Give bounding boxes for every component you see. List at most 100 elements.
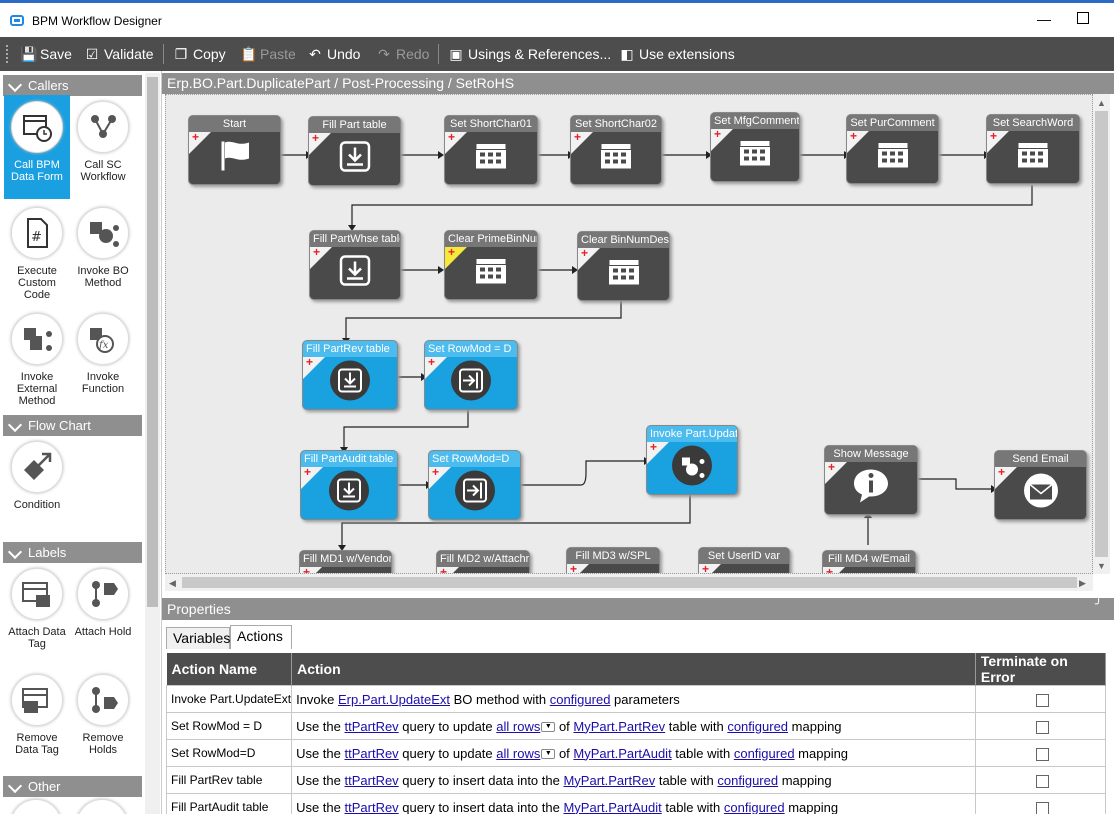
- column-terminate-on-error[interactable]: Terminate on Error: [975, 653, 1107, 686]
- table-row[interactable]: Set RowMod = D Use the ttPartRev query to…: [165, 712, 1107, 740]
- use-extensions-button[interactable]: ◧ Use extensions: [619, 37, 734, 71]
- link[interactable]: ttPartRev: [345, 773, 399, 788]
- palette-scroll-thumb[interactable]: [147, 77, 158, 607]
- link[interactable]: Erp.Part.UpdateExt: [338, 692, 450, 707]
- tab-actions[interactable]: Actions: [230, 625, 292, 649]
- link[interactable]: all rows: [496, 746, 540, 761]
- link[interactable]: MyPart.PartAudit: [563, 800, 661, 814]
- maximize-button[interactable]: [1077, 12, 1089, 24]
- set-rowmod-d2-node[interactable]: Set RowMod=D +: [428, 450, 521, 520]
- plus-icon[interactable]: +: [432, 466, 439, 478]
- palette-call-bpm-data-form[interactable]: Call BPM Data Form: [4, 95, 70, 199]
- fill-md2-attachment-node[interactable]: Fill MD2 w/Attachr +: [436, 550, 530, 573]
- send-email-node[interactable]: Send Email +: [994, 450, 1087, 520]
- scroll-right-arrow[interactable]: ▶: [1079, 578, 1086, 589]
- palette-remove-holds[interactable]: Remove Holds: [70, 668, 136, 772]
- usages-button[interactable]: ▣ Usings & References...: [448, 37, 611, 71]
- table-row[interactable]: Set RowMod=D Use the ttPartRev query to u…: [165, 739, 1107, 767]
- plus-icon[interactable]: +: [702, 563, 709, 573]
- link[interactable]: ttPartRev: [345, 800, 399, 814]
- table-row[interactable]: Fill PartAudit table Use the ttPartRev qu…: [165, 793, 1107, 814]
- fill-md1-vendor-node[interactable]: Fill MD1 w/Vendor +: [299, 550, 392, 573]
- link[interactable]: MyPart.PartRev: [573, 719, 665, 734]
- section-labels[interactable]: Labels: [3, 542, 142, 563]
- palette-condition[interactable]: Condition: [4, 435, 70, 539]
- palette-invoke-bo-method[interactable]: Invoke BO Method: [70, 201, 136, 305]
- link[interactable]: configured: [724, 800, 785, 814]
- canvas-horizontal-scroll-thumb[interactable]: [182, 577, 1077, 588]
- terminate-checkbox[interactable]: [1035, 693, 1049, 707]
- plus-icon[interactable]: +: [192, 131, 199, 143]
- pin-icon[interactable]: ╯: [1095, 597, 1102, 611]
- plus-icon[interactable]: +: [306, 356, 313, 368]
- fill-partaudit-table-node[interactable]: Fill PartAudit table +: [300, 450, 398, 520]
- link[interactable]: configured: [727, 719, 788, 734]
- link[interactable]: configured: [550, 692, 611, 707]
- plus-icon[interactable]: +: [574, 131, 581, 143]
- palette-attach-hold[interactable]: Attach Hold: [70, 562, 136, 666]
- minimize-button[interactable]: —: [1034, 10, 1054, 30]
- plus-icon[interactable]: +: [313, 246, 320, 258]
- copy-button[interactable]: ❐ Copy: [173, 37, 226, 71]
- set-shortchar02-node[interactable]: Set ShortChar02 +: [570, 115, 662, 185]
- link[interactable]: MyPart.PartRev: [563, 773, 655, 788]
- palette-invoke-external-method[interactable]: Invoke External Method: [4, 307, 70, 411]
- palette-execute-custom-code[interactable]: # Execute Custom Code: [4, 201, 70, 305]
- palette-invoke-function[interactable]: fx Invoke Function: [70, 307, 136, 411]
- plus-icon[interactable]: +: [650, 441, 657, 453]
- save-button[interactable]: 💾 Save: [20, 37, 72, 71]
- link[interactable]: MyPart.PartAudit: [573, 746, 671, 761]
- link[interactable]: ttPartRev: [345, 746, 399, 761]
- terminate-checkbox[interactable]: [1035, 747, 1049, 761]
- column-action[interactable]: Action: [291, 653, 976, 686]
- section-other[interactable]: Other: [3, 776, 142, 797]
- invoke-part-updateext-node[interactable]: Invoke Part.UpdateExt+: [646, 425, 738, 495]
- plus-icon[interactable]: +: [570, 563, 577, 573]
- link[interactable]: ttPartRev: [345, 719, 399, 734]
- dropdown-icon[interactable]: ▼: [541, 749, 556, 760]
- fill-md3-spl-node[interactable]: Fill MD3 w/SPL +: [566, 547, 660, 573]
- plus-icon[interactable]: +: [440, 566, 447, 573]
- plus-icon[interactable]: +: [998, 466, 1005, 478]
- plus-icon[interactable]: +: [581, 247, 588, 259]
- dropdown-icon[interactable]: ▼: [541, 722, 556, 733]
- palette-call-sc-workflow[interactable]: Call SC Workflow: [70, 95, 136, 199]
- link[interactable]: configured: [734, 746, 795, 761]
- terminate-checkbox[interactable]: [1035, 774, 1049, 788]
- plus-icon[interactable]: +: [448, 131, 455, 143]
- fill-partwhse-table-node[interactable]: Fill PartWhse table +: [309, 230, 401, 300]
- table-row[interactable]: Invoke Part.UpdateExt Invoke Erp.Part.Upd…: [165, 685, 1107, 713]
- show-message-node[interactable]: Show Message +: [824, 445, 918, 515]
- plus-icon[interactable]: +: [304, 466, 311, 478]
- undo-button[interactable]: ↶ Undo: [307, 37, 360, 71]
- validate-button[interactable]: ☑ Validate: [84, 37, 154, 71]
- table-row[interactable]: Fill PartRev table Use the ttPartRev quer…: [165, 766, 1107, 794]
- plus-icon[interactable]: +: [850, 130, 857, 142]
- other-item-icon[interactable]: [10, 799, 62, 814]
- link[interactable]: all rows: [496, 719, 540, 734]
- redo-button[interactable]: ↷ Redo: [376, 37, 429, 71]
- tab-variables[interactable]: Variables: [166, 627, 230, 649]
- scroll-up-arrow[interactable]: ▲: [1097, 98, 1106, 108]
- plus-icon[interactable]: +: [303, 566, 310, 573]
- section-callers[interactable]: Callers: [3, 75, 142, 96]
- workflow-canvas[interactable]: Start + Fill Part table + Set ShortChar01 + Se…: [165, 94, 1093, 574]
- fill-part-table-node[interactable]: Fill Part table +: [308, 116, 401, 186]
- plus-icon[interactable]: +: [428, 356, 435, 368]
- set-purcomment-node[interactable]: Set PurComment +: [846, 114, 939, 184]
- plus-icon[interactable]: +: [826, 566, 833, 573]
- start-node[interactable]: Start +: [188, 115, 281, 185]
- clear-primebinnum-node[interactable]: Clear PrimeBinNum +: [444, 230, 538, 300]
- canvas-vertical-scroll-thumb[interactable]: [1095, 111, 1108, 557]
- scroll-down-arrow[interactable]: ▼: [1097, 561, 1106, 571]
- set-mfgcomment-node[interactable]: Set MfgComment +: [710, 112, 800, 182]
- link[interactable]: configured: [717, 773, 778, 788]
- palette-attach-data-tag[interactable]: Attach Data Tag: [4, 562, 70, 666]
- other-item-icon[interactable]: [76, 799, 128, 814]
- paste-button[interactable]: 📋 Paste: [240, 37, 296, 71]
- fill-md4-email-node[interactable]: Fill MD4 w/Email +: [822, 550, 916, 573]
- set-rowmod-d-node[interactable]: Set RowMod = D +: [424, 340, 518, 410]
- column-action-name[interactable]: Action Name: [166, 653, 293, 686]
- set-searchword-node[interactable]: Set SearchWord +: [986, 114, 1080, 184]
- fill-partrev-table-node[interactable]: Fill PartRev table +: [302, 340, 398, 410]
